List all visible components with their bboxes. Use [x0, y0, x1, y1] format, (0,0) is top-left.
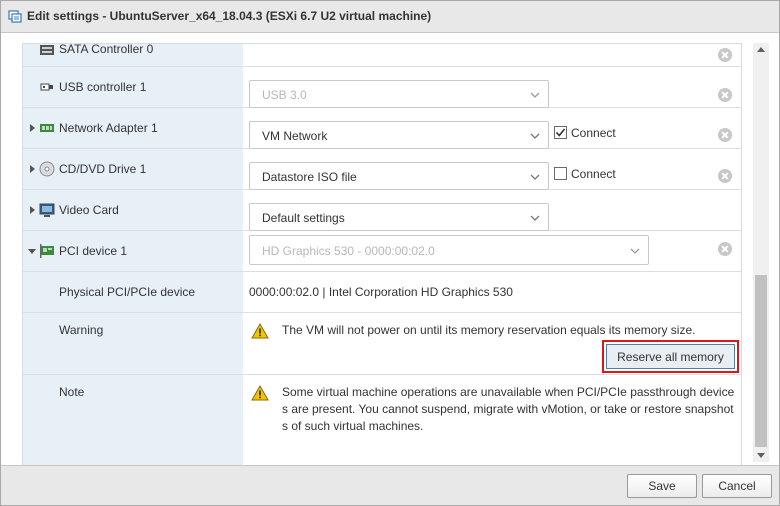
dialog-titlebar: Edit settings - UbuntuServer_x64_18.04.3… — [1, 1, 779, 33]
network-value: VM Network — [262, 129, 328, 143]
device-row-network: Network Adapter 1 VM Network Connect — [23, 108, 741, 149]
cd-dvd-icon — [39, 161, 55, 177]
warning-text: The VM will not power on until its memor… — [282, 323, 696, 337]
device-label-sata: SATA Controller 0 — [59, 43, 154, 56]
network-adapter-icon — [40, 124, 54, 132]
remove-usb-icon[interactable] — [718, 88, 732, 102]
physical-device-value: 0000:00:02.0 | Intel Corporation HD Grap… — [249, 285, 513, 299]
chevron-down-icon — [530, 174, 540, 180]
virtual-hardware-panel: SATA Controller 0 USB controller 1 USB 3… — [22, 43, 742, 476]
warning-icon — [251, 323, 269, 339]
device-row-usb: USB controller 1 USB 3.0 — [23, 67, 741, 108]
pci-device-select[interactable]: HD Graphics 530 - 0000:00:02.0 — [249, 235, 649, 265]
video-card-value: Default settings — [262, 211, 345, 225]
vertical-scrollbar[interactable] — [753, 43, 769, 462]
note-text: Some virtual machine operations are unav… — [282, 385, 735, 433]
remove-network-icon[interactable] — [718, 128, 732, 142]
chevron-down-icon — [530, 215, 540, 221]
scrollbar-thumb[interactable] — [755, 275, 767, 447]
usb-type-value: USB 3.0 — [262, 88, 307, 102]
warning-label: Warning — [59, 323, 104, 337]
device-row-video: Video Card Default settings — [23, 190, 741, 231]
device-label-usb: USB controller 1 — [59, 80, 147, 94]
physical-device-label: Physical PCI/PCIe device — [59, 285, 196, 299]
cddvd-value: Datastore ISO file — [262, 170, 357, 184]
remove-pci-icon[interactable] — [718, 242, 732, 256]
virtual-machine-icon — [8, 10, 22, 23]
pci-device-value: HD Graphics 530 - 0000:00:02.0 — [262, 244, 435, 258]
dialog-content: SATA Controller 0 USB controller 1 USB 3… — [1, 33, 779, 476]
remove-cddvd-icon[interactable] — [718, 169, 732, 183]
cddvd-connect-checkbox[interactable] — [554, 167, 567, 180]
cddvd-select[interactable]: Datastore ISO file — [249, 162, 549, 190]
cddvd-connect-label[interactable]: Connect — [571, 167, 616, 181]
device-label-cddvd: CD/DVD Drive 1 — [59, 162, 147, 176]
device-label-network: Network Adapter 1 — [59, 121, 158, 135]
pci-physical-row: Physical PCI/PCIe device 0000:00:02.0 | … — [23, 272, 741, 313]
video-card-select[interactable]: Default settings — [249, 203, 549, 231]
scroll-up-icon[interactable] — [757, 47, 765, 52]
reserve-all-memory-button[interactable]: Reserve all memory — [606, 344, 735, 369]
network-connect-label[interactable]: Connect — [571, 126, 616, 140]
network-select[interactable]: VM Network — [249, 121, 549, 149]
device-label-pci: PCI device 1 — [59, 244, 128, 258]
chevron-down-icon — [530, 133, 540, 139]
edit-settings-dialog: Edit settings - UbuntuServer_x64_18.04.3… — [0, 0, 780, 506]
save-button[interactable]: Save — [627, 474, 697, 498]
note-label: Note — [59, 385, 85, 399]
device-label-video: Video Card — [59, 203, 119, 217]
sata-controller-icon — [40, 45, 54, 55]
pci-note-row: Note Some virtual machine operations are… — [23, 375, 741, 475]
checkmark-icon — [555, 128, 566, 137]
expand-arrow-icon[interactable] — [28, 124, 36, 132]
chevron-down-icon — [630, 248, 640, 254]
device-row-pci: PCI device 1 HD Graphics 530 - 0000:00:0… — [23, 231, 741, 272]
network-connect-checkbox[interactable] — [554, 126, 567, 139]
usb-type-select[interactable]: USB 3.0 — [249, 80, 549, 108]
scroll-down-icon[interactable] — [757, 453, 765, 458]
video-card-icon — [39, 203, 55, 217]
remove-sata-icon[interactable] — [718, 48, 732, 62]
expand-arrow-icon[interactable] — [28, 206, 36, 214]
dialog-title: Edit settings - UbuntuServer_x64_18.04.3… — [27, 9, 432, 23]
device-row-sata: SATA Controller 0 — [23, 43, 741, 67]
device-row-cddvd: CD/DVD Drive 1 Datastore ISO file Connec… — [23, 149, 741, 190]
usb-icon — [40, 83, 53, 91]
chevron-down-icon — [530, 92, 540, 98]
collapse-arrow-icon[interactable] — [28, 247, 36, 255]
expand-arrow-icon[interactable] — [28, 165, 36, 173]
warning-icon — [251, 385, 269, 401]
pci-device-icon — [40, 244, 54, 258]
cancel-button[interactable]: Cancel — [702, 474, 772, 498]
dialog-footer: Save Cancel — [1, 465, 779, 505]
